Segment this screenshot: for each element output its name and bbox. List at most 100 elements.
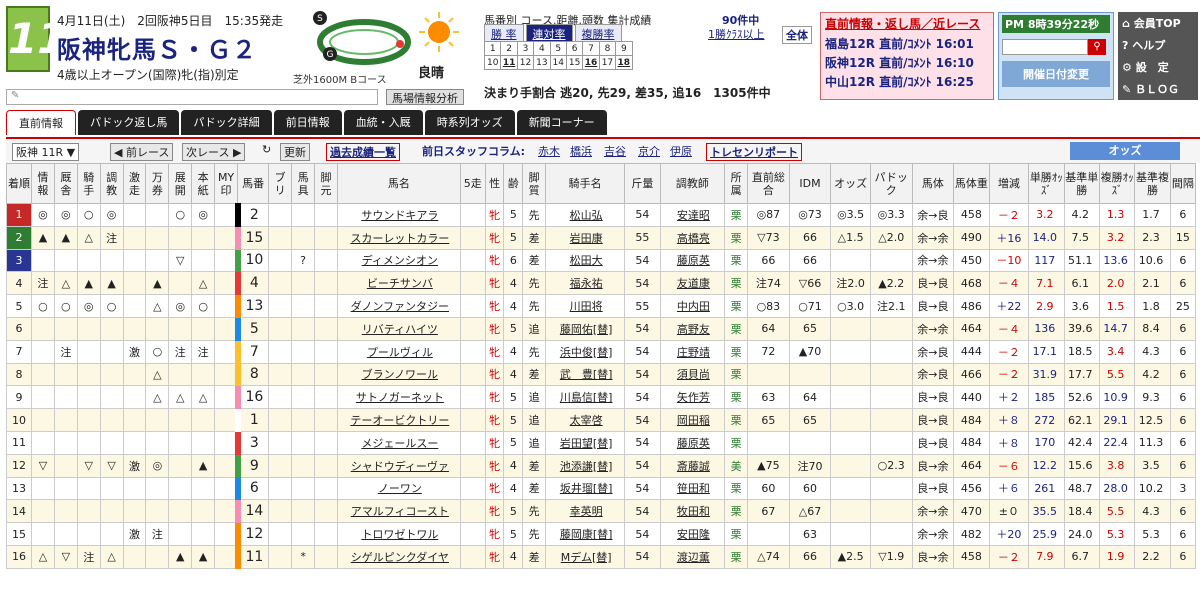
table-cell[interactable]: ブランノワール <box>336 362 461 387</box>
tab-chokuzen[interactable]: 直前情報 <box>6 110 76 135</box>
race-select[interactable]: 阪神 11R ▼ <box>12 143 80 161</box>
table-cell[interactable]: シャドウディーヴァ <box>336 453 461 478</box>
table-cell[interactable]: スカーレットカラー <box>336 225 461 250</box>
table-cell[interactable]: 高野友 <box>659 316 726 341</box>
tab-paddock[interactable]: パドック返し馬 <box>78 110 180 135</box>
table-cell[interactable]: 池添謙[替] <box>545 453 626 478</box>
table-cell[interactable]: 渡辺薫 <box>659 544 726 569</box>
tab-odds-series[interactable]: 時系列オッズ <box>424 110 515 135</box>
table-cell: 11 <box>234 544 270 569</box>
menu-settings[interactable]: ⚙ 設 定 <box>1118 56 1198 78</box>
staff-link[interactable]: 赤木 <box>538 143 560 159</box>
tab-zenjitsu[interactable]: 前日情報 <box>273 110 342 135</box>
table-cell[interactable]: 川島信[替] <box>545 385 626 410</box>
table-cell[interactable]: 武 豊[替] <box>545 362 626 387</box>
change-date-button[interactable]: 開催日付変更 <box>1002 61 1110 87</box>
table-cell[interactable]: 安達昭 <box>659 203 726 227</box>
search-icon[interactable]: ⚲ <box>1088 39 1106 55</box>
baba-button[interactable]: 馬場情報分析 <box>386 89 464 105</box>
table-cell: 464 <box>953 316 990 341</box>
trecen-report-button[interactable]: トレセンリポート <box>706 143 802 161</box>
staff-link[interactable]: 吉谷 <box>604 143 626 159</box>
table-cell[interactable]: ビーチサンバ <box>336 271 461 296</box>
table-cell[interactable]: テーオービクトリー <box>336 408 461 432</box>
table-cell[interactable]: リバティハイツ <box>336 316 461 341</box>
table-cell <box>459 339 486 364</box>
table-cell[interactable]: 笹田和 <box>659 476 726 501</box>
clock-time: PM 8時39分22秒 <box>1002 15 1110 33</box>
table-cell: 1 <box>234 408 270 432</box>
all-button[interactable]: 全体 <box>782 26 812 44</box>
table-cell[interactable]: 松山弘 <box>545 203 626 227</box>
table-cell: 差 <box>522 225 547 250</box>
refresh-icon[interactable]: ↻ <box>262 143 271 156</box>
odds-button[interactable]: オッズ <box>1070 142 1180 160</box>
table-cell[interactable]: 岩田康 <box>545 225 626 250</box>
table-cell[interactable]: サウンドキアラ <box>336 203 461 227</box>
table-cell[interactable]: 幸英明 <box>545 499 626 524</box>
table-cell[interactable]: サトノガーネット <box>336 385 461 410</box>
table-cell[interactable]: 藤原英 <box>659 430 726 455</box>
table-cell[interactable]: Mデム[替] <box>545 544 626 569</box>
class-link[interactable]: 1勝ｸﾗｽ以上 <box>708 26 765 42</box>
menu-member-top[interactable]: ⌂ 会員TOP <box>1118 12 1198 34</box>
table-cell <box>314 522 338 546</box>
table-cell[interactable]: 藤岡康[替] <box>545 522 626 546</box>
table-cell[interactable]: 藤原英 <box>659 248 726 273</box>
notice-box: 直前情報・返し馬／近レース 福島12R 直前/ｺﾒﾝﾄ 16:01 阪神12R … <box>820 12 994 100</box>
table-cell: 486 <box>953 294 990 318</box>
table-cell[interactable]: メジェールスー <box>336 430 461 455</box>
staff-link[interactable]: 伊原 <box>670 143 692 159</box>
table-cell[interactable]: 川田将 <box>545 294 626 318</box>
table-cell[interactable]: 須貝尚 <box>659 362 726 387</box>
staff-link[interactable]: 京介 <box>638 143 660 159</box>
table-cell[interactable]: シゲルピンクダイヤ <box>336 544 461 569</box>
table-cell[interactable]: 友道康 <box>659 271 726 296</box>
next-race-button[interactable]: 次レース ▶ <box>182 143 246 161</box>
table-cell[interactable]: 庄野靖 <box>659 339 726 364</box>
table-cell[interactable]: 福永祐 <box>545 271 626 296</box>
past-results-button[interactable]: 過去成績一覧 <box>326 143 400 161</box>
table-cell[interactable]: ディメンシオン <box>336 248 461 273</box>
table-cell[interactable]: 坂井瑠[替] <box>545 476 626 501</box>
table-cell[interactable]: 中内田 <box>659 294 726 318</box>
table-cell[interactable]: 岩田望[替] <box>545 430 626 455</box>
table-cell[interactable]: 斎藤誠 <box>659 453 726 478</box>
menu-help[interactable]: ? ヘルプ <box>1118 34 1198 56</box>
table-cell[interactable]: ノーワン <box>336 476 461 501</box>
table-cell[interactable]: プールヴィル <box>336 339 461 364</box>
staff-link[interactable]: 橋浜 <box>570 143 592 159</box>
table-cell <box>747 362 790 387</box>
table-cell[interactable]: 矢作芳 <box>659 385 726 410</box>
table-cell[interactable]: 藤岡佑[替] <box>545 316 626 341</box>
table-cell: 444 <box>953 339 990 364</box>
table-cell[interactable]: トロワゼトワル <box>336 522 461 546</box>
column-header: 展開 <box>168 163 193 204</box>
table-cell[interactable]: 岡田稲 <box>659 408 726 432</box>
refresh-button[interactable]: 更新 <box>280 143 310 161</box>
table-cell[interactable]: 安田隆 <box>659 522 726 546</box>
tab-blood[interactable]: 血統・入厩 <box>343 110 423 135</box>
table-cell: 2.0 <box>1098 271 1136 296</box>
table-cell[interactable]: 太宰啓 <box>545 408 626 432</box>
notice-head[interactable]: 直前情報・返し馬／近レース <box>821 13 993 34</box>
tab-newspaper[interactable]: 新聞コーナー <box>516 110 607 135</box>
notice-line[interactable]: 福島12R 直前/ｺﾒﾝﾄ 16:01 <box>821 34 993 53</box>
prev-race-button[interactable]: ◀ 前レース <box>110 143 174 161</box>
notice-line[interactable]: 中山12R 直前/ｺﾒﾝﾄ 16:25 <box>821 72 993 91</box>
table-cell[interactable]: ダノンファンタジー <box>336 294 461 318</box>
notice-line[interactable]: 阪神12R 直前/ｺﾒﾝﾄ 16:10 <box>821 53 993 72</box>
table-cell <box>291 294 316 318</box>
table-cell: ◎87 <box>747 203 790 227</box>
search-input[interactable] <box>1002 39 1088 55</box>
table-cell[interactable]: アマルフィコースト <box>336 499 461 524</box>
table-cell[interactable]: 高橋亮 <box>659 225 726 250</box>
table-cell: 4.2 <box>1063 203 1100 227</box>
tab-paddock-detail[interactable]: パドック詳細 <box>181 110 272 135</box>
table-cell: 栗 <box>724 408 749 432</box>
menu-blog[interactable]: ✎ ＢＬＯＧ <box>1118 78 1198 100</box>
memo-input[interactable]: ✎ <box>6 89 378 105</box>
table-cell[interactable]: 浜中俊[替] <box>545 339 626 364</box>
table-cell[interactable]: 牧田和 <box>659 499 726 524</box>
table-cell[interactable]: 松田大 <box>545 248 626 273</box>
